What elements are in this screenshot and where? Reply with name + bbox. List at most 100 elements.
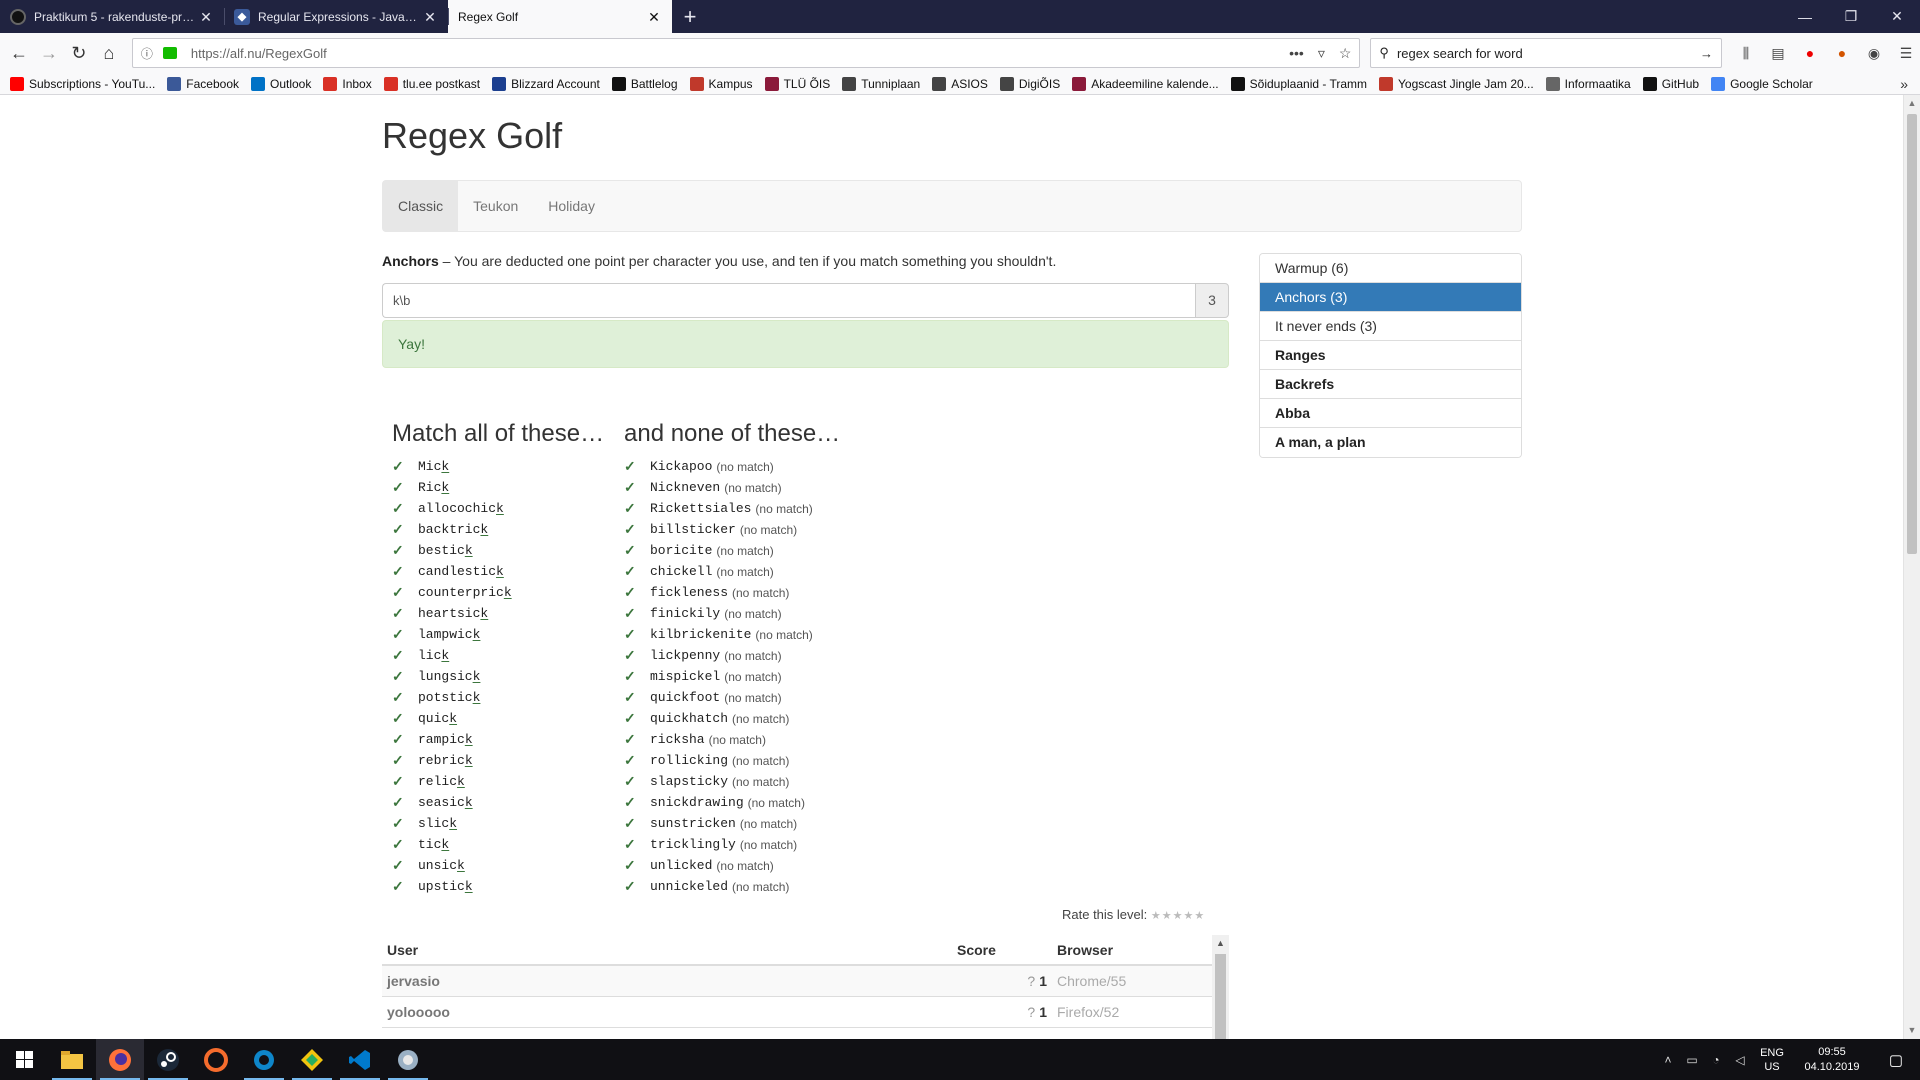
url-text[interactable]: https://alf.nu/RegexGolf: [191, 46, 1289, 61]
scroll-up-icon[interactable]: ▲: [1212, 935, 1229, 952]
none-word: ✓ slapsticky (no match): [624, 771, 840, 792]
notifications-icon[interactable]: ▢: [1872, 1051, 1920, 1069]
scoreboard-scrollbar[interactable]: ▲: [1212, 935, 1229, 1039]
app-icon[interactable]: [384, 1039, 432, 1080]
browser-tab[interactable]: ◆ Regular Expressions - JavaScript | MDN…: [224, 0, 448, 33]
forward-icon[interactable]: →: [34, 38, 64, 68]
level-item[interactable]: A man, a plan: [1260, 428, 1521, 457]
level-item[interactable]: Anchors (3): [1260, 283, 1521, 312]
scroll-up-icon[interactable]: ▲: [1904, 95, 1920, 112]
level-item[interactable]: Warmup (6): [1260, 254, 1521, 283]
new-tab-button[interactable]: +: [672, 0, 708, 33]
sidebar-icon[interactable]: ▤: [1768, 43, 1788, 63]
bookmark-item[interactable]: Facebook: [167, 76, 239, 91]
bookmark-star-icon[interactable]: ☆: [1339, 45, 1352, 62]
browser-tab-active[interactable]: Regex Golf ✕: [448, 0, 672, 33]
check-icon: ✓: [624, 542, 636, 558]
bookmark-item[interactable]: Battlelog: [611, 76, 678, 91]
extension-icon[interactable]: ●: [1832, 43, 1852, 63]
bookmark-item[interactable]: Tunniplaan: [842, 76, 920, 91]
level-item[interactable]: Ranges: [1260, 341, 1521, 370]
level-item[interactable]: Backrefs: [1260, 370, 1521, 399]
chevron-up-icon[interactable]: ˄: [1656, 1053, 1680, 1067]
search-bar[interactable]: ⚲ regex search for word →: [1370, 38, 1723, 68]
origin-icon[interactable]: [192, 1039, 240, 1080]
column-header-browser: Browser: [1052, 935, 1212, 966]
match-word: ✓ candlestick: [392, 561, 604, 582]
bookmark-item[interactable]: Outlook: [251, 76, 311, 91]
bookmark-item[interactable]: DigiÕIS: [999, 76, 1060, 91]
word-text: Nickneven: [650, 480, 721, 495]
search-input[interactable]: regex search for word: [1397, 46, 1700, 61]
check-icon: ✓: [392, 836, 404, 852]
level-item[interactable]: Abba: [1260, 399, 1521, 428]
none-word: ✓ tricklingly (no match): [624, 834, 840, 855]
bookmark-item[interactable]: Akadeemiline kalende...: [1072, 76, 1219, 91]
menu-icon[interactable]: ☰: [1896, 43, 1916, 63]
page-scrollbar[interactable]: ▲ ▼: [1903, 95, 1920, 1039]
battery-icon[interactable]: ▭: [1680, 1053, 1704, 1067]
bookmark-item[interactable]: Blizzard Account: [492, 76, 600, 91]
info-icon[interactable]: ⓘ: [141, 45, 157, 62]
bookmark-item[interactable]: tlu.ee postkast: [383, 76, 480, 91]
volume-muted-icon[interactable]: ◁: [1728, 1053, 1752, 1067]
battlenet-icon[interactable]: [240, 1039, 288, 1080]
steam-icon[interactable]: [144, 1039, 192, 1080]
minimize-icon[interactable]: —: [1782, 0, 1828, 33]
bookmark-item[interactable]: Inbox: [323, 76, 372, 91]
language-indicator[interactable]: ENG US: [1752, 1046, 1792, 1074]
file-explorer-icon[interactable]: [48, 1039, 96, 1080]
git-kraken-icon[interactable]: [288, 1039, 336, 1080]
restore-icon[interactable]: ❐: [1828, 0, 1874, 33]
pocket-icon[interactable]: ▿: [1318, 45, 1325, 62]
check-icon: ✓: [392, 479, 404, 495]
match-word: ✓ Rick: [392, 477, 604, 498]
score-user[interactable]: yolooooo: [382, 996, 952, 1028]
windows-start-icon[interactable]: [0, 1039, 48, 1080]
bookmark-item[interactable]: ASIOS: [932, 76, 988, 91]
regex-input[interactable]: [382, 283, 1195, 318]
bookmark-item[interactable]: GitHub: [1642, 76, 1699, 91]
browser-tab[interactable]: Praktikum 5 - rakenduste-programmeerimin…: [0, 0, 224, 33]
bookmark-item[interactable]: Informaatika: [1545, 76, 1631, 91]
bookmark-label: ASIOS: [951, 76, 988, 91]
opera-icon[interactable]: ●: [1800, 43, 1820, 63]
word-text: fickleness: [650, 585, 729, 600]
tab-holiday[interactable]: Holiday: [533, 181, 610, 231]
clock[interactable]: 09:55 04.10.2019: [1792, 1045, 1872, 1075]
scrollbar-thumb[interactable]: [1215, 954, 1226, 1039]
account-icon[interactable]: ◉: [1864, 43, 1884, 63]
scrollbar-thumb[interactable]: [1907, 114, 1917, 554]
bookmark-item[interactable]: Kampus: [689, 76, 753, 91]
close-icon[interactable]: ✕: [646, 9, 662, 25]
page-actions-icon[interactable]: •••: [1289, 45, 1304, 62]
search-go-icon[interactable]: →: [1700, 46, 1713, 61]
reload-icon[interactable]: ↻: [64, 38, 94, 68]
tab-classic[interactable]: Classic: [383, 181, 459, 231]
bookmark-item[interactable]: Sõiduplaanid - Tramm: [1230, 76, 1367, 91]
check-icon: ✓: [392, 542, 404, 558]
word-text: snickdrawing: [650, 795, 744, 810]
wifi-icon[interactable]: ◔: [1704, 1053, 1728, 1067]
close-icon[interactable]: ✕: [198, 9, 214, 25]
close-window-icon[interactable]: ✕: [1874, 0, 1920, 33]
bookmark-item[interactable]: Subscriptions - YouTu...: [10, 76, 155, 91]
bookmark-item[interactable]: Google Scholar: [1711, 76, 1813, 91]
library-icon[interactable]: ⫼: [1736, 43, 1756, 63]
url-bar[interactable]: ⓘ https://alf.nu/RegexGolf ••• ▿ ☆: [131, 38, 1361, 68]
level-name: Anchors: [382, 253, 439, 269]
bookmark-item[interactable]: Yogscast Jingle Jam 20...: [1379, 76, 1534, 91]
bookmark-item[interactable]: TLÜ ÕIS: [764, 76, 830, 91]
level-item[interactable]: It never ends (3): [1260, 312, 1521, 341]
tab-teukon[interactable]: Teukon: [458, 181, 533, 231]
rating-stars[interactable]: ★★★★★: [1151, 910, 1205, 922]
more-bookmarks-icon[interactable]: »: [1900, 76, 1908, 92]
score-user[interactable]: jervasio: [382, 965, 952, 997]
close-icon[interactable]: ✕: [422, 9, 438, 25]
home-icon[interactable]: ⌂: [94, 38, 124, 68]
scroll-down-icon[interactable]: ▼: [1904, 1022, 1920, 1039]
back-icon[interactable]: ←: [4, 38, 34, 68]
match-word: ✓ quick: [392, 708, 604, 729]
vscode-icon[interactable]: [336, 1039, 384, 1080]
firefox-icon[interactable]: [96, 1039, 144, 1080]
